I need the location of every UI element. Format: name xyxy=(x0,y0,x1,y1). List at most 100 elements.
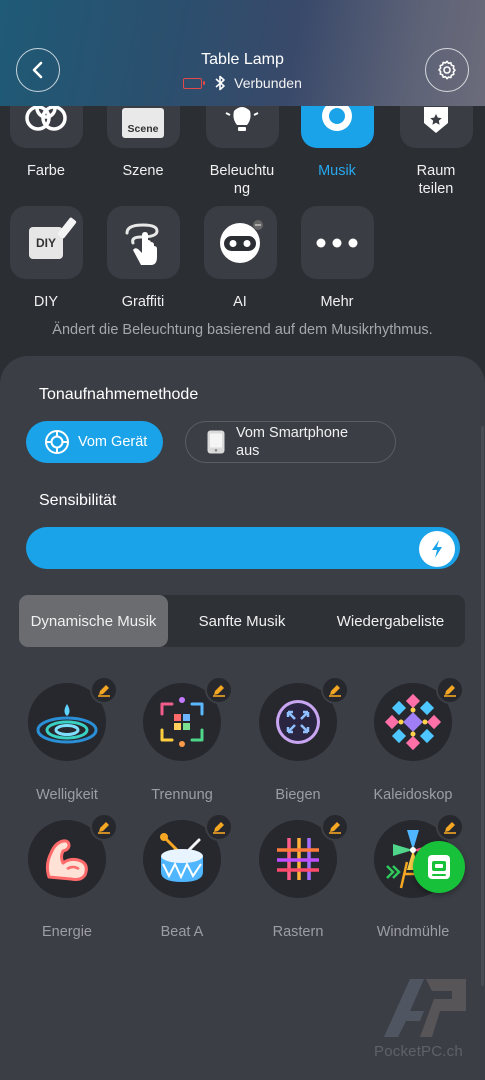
edit-badge[interactable] xyxy=(436,676,464,704)
lightning-bolt-icon xyxy=(432,540,442,558)
feature-label: Farbe xyxy=(27,163,65,179)
pencil-icon xyxy=(444,685,456,697)
feature-description: Ändert die Beleuchtung basierend auf dem… xyxy=(52,322,433,338)
feature-ai[interactable]: AI xyxy=(190,206,290,311)
music-mode-tabs: Dynamische Musik Sanfte Musik Wiedergabe… xyxy=(19,595,465,647)
device-box-icon xyxy=(428,855,450,879)
ripple-icon xyxy=(36,704,98,744)
feature-label: Raum teilen xyxy=(386,162,485,198)
sensitivity-slider-handle[interactable] xyxy=(419,531,455,567)
effect-biegen[interactable]: Biegen xyxy=(238,676,358,803)
effect-label: Trennung xyxy=(151,787,213,803)
sensitivity-slider[interactable] xyxy=(26,527,460,569)
feature-label-active: Musik xyxy=(318,163,356,179)
feature-mehr[interactable]: Mehr xyxy=(287,206,387,311)
feature-tile xyxy=(9,106,83,148)
feature-label: Graffiti xyxy=(121,294,165,310)
feature-szene[interactable]: Scene Szene xyxy=(93,79,193,180)
separation-icon xyxy=(160,697,204,747)
feature-raum-teilen[interactable]: Raum teilen xyxy=(386,79,485,198)
edit-badge[interactable] xyxy=(436,813,464,841)
effect-disc xyxy=(28,813,118,898)
effect-label: Welligkeit xyxy=(36,787,98,803)
pencil-icon xyxy=(213,685,225,697)
pencil-icon xyxy=(329,685,341,697)
device-control-fab[interactable] xyxy=(413,841,465,893)
music-icon xyxy=(322,106,352,131)
feature-diy[interactable]: DIY DIY xyxy=(0,206,96,311)
label-line1: Raum xyxy=(416,163,456,179)
effect-rastern[interactable]: Rastern xyxy=(238,813,358,940)
lightbulb-icon xyxy=(225,107,259,131)
scene-icon: Scene xyxy=(122,108,164,138)
grid-icon xyxy=(277,838,319,880)
feature-tile: DIY xyxy=(9,206,83,279)
watermark-logo xyxy=(384,979,466,1037)
label-line1: Vom Smartphone xyxy=(236,425,349,441)
label-line1: Beleuchtu xyxy=(209,163,275,179)
diy-icon-text: DIY xyxy=(35,235,56,250)
effect-disc xyxy=(259,676,349,761)
effect-label: Beat A xyxy=(160,924,204,940)
drum-icon xyxy=(160,833,203,882)
ai-robot-icon xyxy=(220,219,263,263)
edit-badge[interactable] xyxy=(321,813,349,841)
pencil-icon xyxy=(98,685,110,697)
edit-badge[interactable] xyxy=(321,676,349,704)
feature-label: Beleuchtu ng xyxy=(192,162,292,198)
share-room-icon xyxy=(424,107,448,133)
effect-disc xyxy=(28,676,118,761)
label-line2: ng xyxy=(233,181,251,197)
feature-tile xyxy=(205,106,279,148)
effect-welligkeit[interactable]: Welligkeit xyxy=(7,676,127,803)
scene-icon-text: Scene xyxy=(127,123,159,135)
source-device-option[interactable]: Vom Gerät xyxy=(26,421,163,463)
device-title: Table Lamp xyxy=(201,51,284,68)
feature-farbe[interactable]: Farbe xyxy=(0,79,96,180)
feature-beleuchtung[interactable]: Beleuchtu ng xyxy=(192,79,292,198)
effect-label: Kaleidoskop xyxy=(373,787,453,803)
effect-label: Energie xyxy=(42,924,92,940)
kaleidoscope-icon xyxy=(384,693,442,751)
effect-label: Rastern xyxy=(272,924,324,940)
feature-tile xyxy=(203,206,277,279)
feature-graffiti[interactable]: Graffiti xyxy=(93,206,193,311)
effect-energie[interactable]: Energie xyxy=(7,813,127,940)
effect-trennung[interactable]: Trennung xyxy=(122,676,242,803)
effect-kaleidoskop[interactable]: Kaleidoskop xyxy=(353,676,473,803)
gear-icon xyxy=(438,60,456,80)
feature-tile-active xyxy=(300,106,374,148)
tab-playlist[interactable]: Wiedergabeliste xyxy=(316,595,465,647)
source-device-label: Vom Gerät xyxy=(78,434,148,450)
pencil-icon xyxy=(98,822,110,834)
graffiti-icon xyxy=(125,222,159,265)
edit-badge[interactable] xyxy=(90,676,118,704)
edit-badge[interactable] xyxy=(90,813,118,841)
more-dots-icon xyxy=(316,238,358,247)
diy-icon: DIY xyxy=(29,216,77,259)
feature-tile: Scene xyxy=(106,106,180,148)
effect-beat-a[interactable]: Beat A xyxy=(122,813,242,940)
source-smartphone-label: Vom Smartphone aus xyxy=(236,424,348,460)
effect-disc xyxy=(259,813,349,898)
watermark-text: PocketPC.ch xyxy=(374,1043,463,1060)
feature-label: DIY xyxy=(33,294,59,310)
feature-label: AI xyxy=(233,294,247,310)
sensitivity-title: Sensibilität xyxy=(39,492,117,509)
edit-badge[interactable] xyxy=(205,676,233,704)
bend-icon xyxy=(276,700,320,744)
effect-disc xyxy=(143,813,233,898)
tab-soft-music[interactable]: Sanfte Musik xyxy=(168,595,316,647)
panel-scrollbar[interactable] xyxy=(481,426,484,986)
color-rings-icon xyxy=(25,106,67,131)
effect-label: Biegen xyxy=(275,787,321,803)
source-smartphone-option[interactable]: Vom Smartphone aus xyxy=(185,421,396,463)
label-line2: aus xyxy=(236,443,260,459)
pencil-icon xyxy=(213,822,225,834)
edit-badge[interactable] xyxy=(205,813,233,841)
recording-method-title: Tonaufnahmemethode xyxy=(39,386,199,403)
device-target-icon xyxy=(45,430,69,454)
tab-dynamic-music[interactable]: Dynamische Musik xyxy=(19,595,168,647)
feature-label: Mehr xyxy=(320,294,354,310)
feature-musik[interactable]: Musik xyxy=(287,79,387,180)
